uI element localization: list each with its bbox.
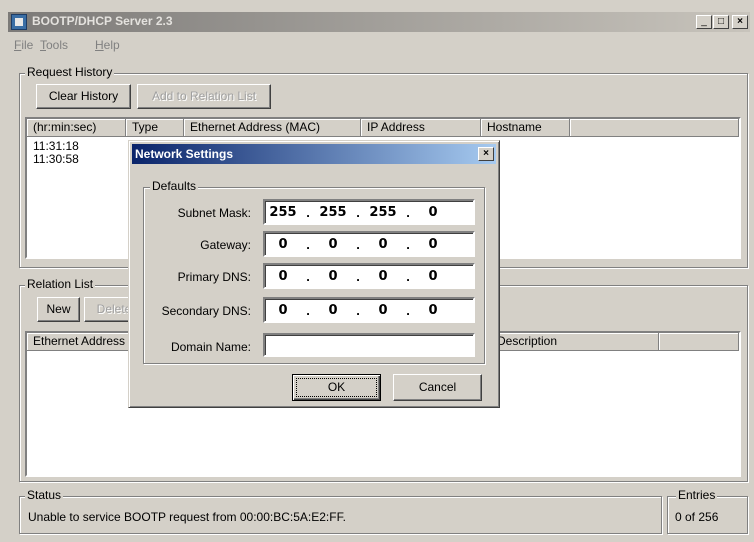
minimize-button[interactable]: _: [696, 15, 712, 29]
ip-octet[interactable]: 0: [315, 237, 351, 252]
gateway-field[interactable]: 0. 0. 0. 0: [263, 231, 475, 257]
clear-history-button[interactable]: Clear History: [36, 84, 131, 109]
domain-name-label: Domain Name:: [170, 340, 251, 354]
ip-dot: .: [356, 204, 360, 220]
ip-octet[interactable]: 0: [365, 237, 401, 252]
ip-octet[interactable]: 0: [415, 205, 451, 220]
subnet-mask-field[interactable]: 255. 255. 255. 0: [263, 199, 475, 225]
ip-octet[interactable]: 0: [315, 303, 351, 318]
title-bar[interactable]: BOOTP/DHCP Server 2.3 _ □ ×: [8, 12, 750, 32]
ip-dot: .: [406, 268, 410, 284]
ip-dot: .: [356, 236, 360, 252]
ip-octet[interactable]: 0: [415, 237, 451, 252]
entries-label: Entries: [676, 488, 718, 502]
relation-list-label: Relation List: [25, 277, 96, 291]
ip-dot: .: [306, 302, 310, 318]
menu-help-accel: H: [95, 38, 104, 52]
ip-dot: .: [356, 268, 360, 284]
ip-octet[interactable]: 0: [365, 303, 401, 318]
ip-octet[interactable]: 255: [315, 205, 351, 220]
ip-octet[interactable]: 0: [365, 269, 401, 284]
column-header-filler: [659, 333, 739, 351]
secondary-dns-field[interactable]: 0. 0. 0. 0: [263, 297, 475, 323]
ip-dot: .: [356, 302, 360, 318]
ip-octet[interactable]: 0: [415, 269, 451, 284]
ip-dot: .: [306, 268, 310, 284]
ip-octet[interactable]: 0: [265, 303, 301, 318]
ip-dot: .: [306, 236, 310, 252]
column-header-mac[interactable]: Ethernet Address (MAC): [184, 119, 361, 137]
ip-dot: .: [406, 236, 410, 252]
request-history-header: (hr:min:sec) Type Ethernet Address (MAC)…: [27, 119, 739, 137]
defaults-label: Defaults: [150, 179, 199, 193]
app-window: BOOTP/DHCP Server 2.3 _ □ × File Tools H…: [0, 0, 754, 542]
domain-name-field[interactable]: [263, 333, 475, 357]
column-header-description[interactable]: Description: [491, 333, 659, 351]
menu-help-label: elp: [103, 38, 120, 52]
ok-button[interactable]: OK: [292, 374, 381, 401]
status-label: Status: [25, 488, 64, 502]
menu-tools[interactable]: Tools: [40, 38, 68, 52]
dialog-close-button[interactable]: ×: [478, 147, 494, 161]
ip-octet[interactable]: 0: [265, 269, 301, 284]
menu-help[interactable]: Help: [95, 38, 120, 52]
column-header-type[interactable]: Type: [126, 119, 184, 137]
column-header-filler: [570, 119, 739, 137]
close-button[interactable]: ×: [732, 15, 748, 29]
menu-file[interactable]: File: [14, 38, 33, 52]
menu-tools-label: ools: [46, 38, 69, 52]
dialog-title-bar[interactable]: Network Settings ×: [132, 144, 496, 164]
ip-dot: .: [306, 204, 310, 220]
dialog-title: Network Settings: [135, 147, 234, 161]
primary-dns-field[interactable]: 0. 0. 0. 0: [263, 263, 475, 289]
add-to-relation-list-button[interactable]: Add to Relation List: [137, 84, 271, 109]
cancel-button[interactable]: Cancel: [393, 374, 482, 401]
ip-octet[interactable]: 255: [265, 205, 301, 220]
ip-octet[interactable]: 0: [315, 269, 351, 284]
menu-file-label: ile: [21, 38, 34, 52]
request-history-label: Request History: [25, 65, 115, 79]
ip-octet[interactable]: 0: [265, 237, 301, 252]
gateway-label: Gateway:: [200, 238, 251, 252]
ip-dot: .: [406, 204, 410, 220]
subnet-mask-label: Subnet Mask:: [177, 206, 251, 220]
new-button[interactable]: New: [37, 297, 80, 322]
column-header-time[interactable]: (hr:min:sec): [27, 119, 126, 137]
column-header-ip[interactable]: IP Address: [361, 119, 481, 137]
status-message: Unable to service BOOTP request from 00:…: [28, 510, 346, 524]
maximize-button[interactable]: □: [713, 15, 729, 29]
network-settings-dialog: Network Settings × Defaults Subnet Mask:…: [128, 140, 500, 408]
secondary-dns-label: Secondary DNS:: [161, 304, 251, 318]
app-icon: [11, 14, 27, 30]
column-header-hostname[interactable]: Hostname: [481, 119, 570, 137]
primary-dns-label: Primary DNS:: [177, 270, 251, 284]
ip-octet[interactable]: 255: [365, 205, 401, 220]
ip-dot: .: [406, 302, 410, 318]
window-title: BOOTP/DHCP Server 2.3: [32, 14, 173, 28]
ip-octet[interactable]: 0: [415, 303, 451, 318]
entries-value: 0 of 256: [675, 510, 719, 524]
